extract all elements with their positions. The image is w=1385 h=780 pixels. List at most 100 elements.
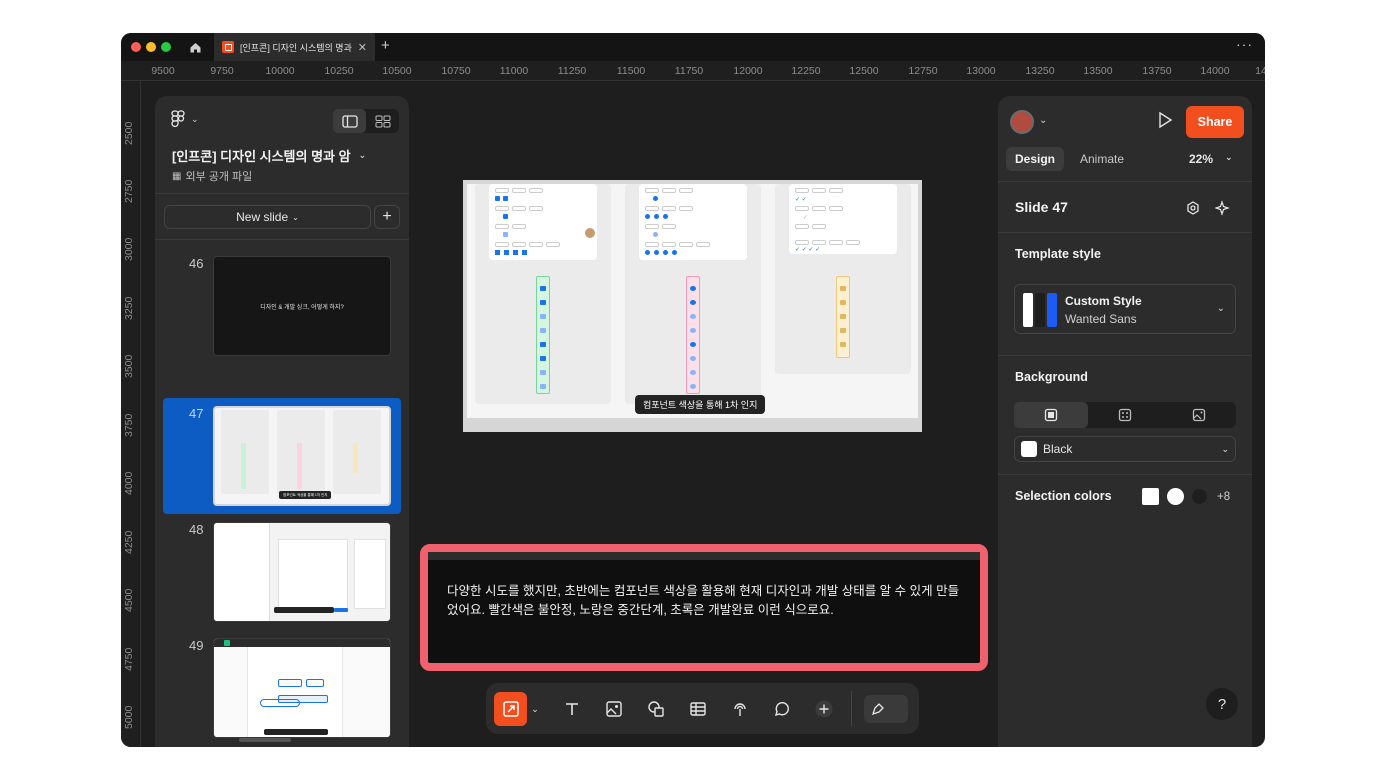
- background-label: Background: [1015, 370, 1088, 384]
- template-font: Wanted Sans: [1065, 312, 1137, 326]
- new-slide-label: New slide: [236, 210, 289, 224]
- chevron-down-icon: ⌄: [292, 212, 299, 222]
- ruler-label: 13000: [966, 65, 996, 77]
- ruler-label: 11500: [616, 65, 646, 77]
- list-view-icon[interactable]: [333, 109, 366, 133]
- divider: [155, 193, 409, 194]
- image-tool-icon[interactable]: [599, 694, 629, 724]
- background-value: Black: [1043, 442, 1073, 456]
- ruler-label: 3250: [123, 296, 135, 320]
- help-button[interactable]: ?: [1206, 688, 1238, 720]
- panel-scroll-handle[interactable]: [239, 738, 291, 742]
- divider: [851, 691, 852, 726]
- slide-thumbnail-48[interactable]: 48: [163, 516, 401, 626]
- pattern-fill-icon[interactable]: [1088, 402, 1162, 428]
- ruler-label: 14: [1255, 65, 1265, 77]
- new-slide-button[interactable]: New slide ⌄: [164, 205, 371, 229]
- color-swatch-black[interactable]: [1192, 489, 1207, 504]
- close-tab-icon[interactable]: ✕: [358, 41, 367, 54]
- speaker-notes-text: 다양한 시도를 했지만, 초반에는 컴포넌트 색상을 활용해 현재 디자인과 개…: [447, 584, 960, 617]
- slide-thumbnail-49[interactable]: 49: [163, 632, 401, 742]
- zoom-window-button[interactable]: [161, 42, 171, 52]
- slides-file-icon: [222, 41, 234, 53]
- component-column: [625, 184, 761, 404]
- component-column: ✓ ✓ ✓ ✓ ✓ ✓ ✓: [775, 184, 911, 374]
- tab-animate[interactable]: Animate: [1071, 147, 1133, 171]
- ruler-label: 12000: [733, 65, 763, 77]
- color-swatch-white[interactable]: [1142, 488, 1159, 505]
- grid-view-icon[interactable]: [366, 109, 399, 133]
- file-location[interactable]: ▦ 외부 공개 파일: [172, 168, 252, 184]
- chevron-down-icon[interactable]: ⌄: [1039, 115, 1047, 126]
- ruler-label: 3500: [123, 354, 135, 378]
- slide-number: 46: [189, 256, 204, 271]
- speaker-notes[interactable]: 다양한 시도를 했지만, 초반에는 컴포넌트 색상을 활용해 현재 디자인과 개…: [420, 544, 988, 671]
- slide-number: 47: [189, 406, 204, 421]
- template-swatch: [1023, 293, 1057, 327]
- component-card: [489, 184, 597, 260]
- tab-design[interactable]: Design: [1006, 147, 1065, 171]
- background-color-select[interactable]: Black ⌄: [1014, 436, 1236, 462]
- slide-thumbnail-47[interactable]: 47 컴포넌트 색상을 통해 1차 인지: [163, 398, 401, 514]
- slide-number: 49: [189, 638, 204, 653]
- ruler-left: 2500 2750 3000 3250 3500 3750 4000 4250 …: [121, 81, 141, 747]
- slide-name: Slide 47: [1015, 199, 1068, 215]
- add-slide-button[interactable]: +: [374, 205, 400, 229]
- interactive-tool-icon[interactable]: [725, 694, 755, 724]
- color-swatch-white-circle[interactable]: [1167, 488, 1184, 505]
- divider: [998, 232, 1252, 233]
- ruler-label: 5000: [123, 705, 135, 729]
- chevron-down-icon: ⌄: [1216, 303, 1225, 314]
- file-title-text: [인프콘] 디자인 시스템의 명과 암: [172, 149, 351, 164]
- slide-thumbnail-50[interactable]: 50: [163, 746, 401, 747]
- team-icon: ▦: [172, 170, 182, 182]
- ruler-label: 4750: [123, 647, 135, 671]
- ruler-label: 10500: [382, 65, 412, 77]
- close-window-button[interactable]: [131, 42, 141, 52]
- avatar[interactable]: [1010, 110, 1034, 134]
- ruler-label: 11750: [674, 65, 704, 77]
- ai-sparkle-icon[interactable]: [1214, 199, 1232, 217]
- minimize-window-button[interactable]: [146, 42, 156, 52]
- ruler-label: 12500: [849, 65, 879, 77]
- canvas-tooltip: 컴포넌트 색상을 통해 1차 인지: [635, 395, 766, 414]
- file-title[interactable]: [인프콘] 디자인 시스템의 명과 암 ⌄: [172, 146, 366, 165]
- main-menu-button[interactable]: ⌄: [171, 110, 199, 128]
- present-play-icon[interactable]: [1157, 111, 1173, 134]
- more-options-icon[interactable]: ···: [1236, 36, 1253, 52]
- ruler-label: 9500: [151, 65, 175, 77]
- comment-tool-icon[interactable]: [767, 694, 797, 724]
- plus-icon[interactable]: [809, 694, 839, 724]
- move-tool-icon[interactable]: [494, 692, 527, 726]
- template-style-select[interactable]: Custom Style Wanted Sans ⌄: [1014, 284, 1236, 334]
- ruler-label: 4500: [123, 588, 135, 612]
- component-card: ✓ ✓ ✓ ✓ ✓ ✓ ✓: [789, 184, 897, 254]
- status-strip-pink: [686, 276, 700, 394]
- image-fill-icon[interactable]: [1162, 402, 1236, 428]
- slides-panel: ⌄ [인프콘] 디자인 시스템의 명과 암 ⌄ ▦ 외부 공개 파일 New s…: [155, 96, 409, 747]
- text-tool-icon[interactable]: [557, 694, 587, 724]
- shape-tool-icon[interactable]: [641, 694, 671, 724]
- chevron-down-icon[interactable]: ⌄: [528, 694, 542, 724]
- component-column: [475, 184, 611, 404]
- slide-thumbnail-46[interactable]: 46 디자인 & 개발 싱크, 어떻게 하지?: [163, 252, 401, 362]
- more-colors-count[interactable]: +8: [1217, 491, 1230, 503]
- ruler-label: 9750: [210, 65, 234, 77]
- share-button[interactable]: Share: [1186, 106, 1244, 138]
- solid-fill-icon[interactable]: [1014, 402, 1088, 428]
- table-tool-icon[interactable]: [683, 694, 713, 724]
- figma-logo-icon: [171, 110, 185, 128]
- pen-icon: [871, 703, 884, 716]
- home-icon[interactable]: [181, 36, 209, 58]
- template-name: Custom Style: [1065, 294, 1142, 308]
- zoom-control[interactable]: 22% ⌄: [1189, 152, 1233, 166]
- file-location-text: 외부 공개 파일: [185, 171, 253, 183]
- new-tab-button[interactable]: +: [381, 37, 390, 54]
- component-icon[interactable]: [1184, 199, 1202, 217]
- ruler-label: 14000: [1200, 65, 1230, 77]
- file-tab[interactable]: [인프콘] 디자인 시스템의 명과 암 ✕: [214, 33, 375, 61]
- status-strip-yellow: [836, 276, 850, 358]
- draw-mode-toggle[interactable]: [864, 695, 908, 723]
- chevron-down-icon: ⌄: [1225, 152, 1233, 162]
- zoom-value: 22%: [1189, 152, 1214, 166]
